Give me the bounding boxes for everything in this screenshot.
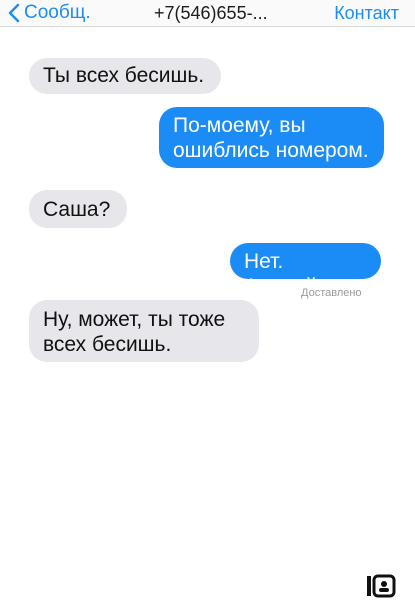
message-thread: Ты всех бесишь. По-моему, вы ошиблись но… [0, 27, 415, 604]
delivery-status: Доставлено [301, 287, 362, 299]
message-bubble-incoming[interactable]: Саша? [29, 190, 127, 228]
message-bubble-incoming[interactable]: Ты всех бесишь. [29, 58, 221, 94]
message-bubble-incoming[interactable]: Ну, может, ты тоже всех бесишь. [29, 300, 259, 362]
message-bubble-outgoing[interactable]: По-моему, вы ошиблись номером. [159, 107, 384, 168]
site-logo-icon [367, 574, 396, 598]
contact-button[interactable]: Контакт [334, 3, 399, 24]
navigation-bar: Сообщ. +7(546)655-... Контакт [0, 0, 415, 27]
chevron-left-icon [8, 3, 20, 23]
back-button[interactable]: Сообщ. [8, 2, 91, 23]
conversation-title: +7(546)655-... [154, 3, 268, 23]
message-bubble-outgoing[interactable]: Нет. Андрей. [230, 243, 381, 298]
back-label: Сообщ. [24, 2, 91, 23]
